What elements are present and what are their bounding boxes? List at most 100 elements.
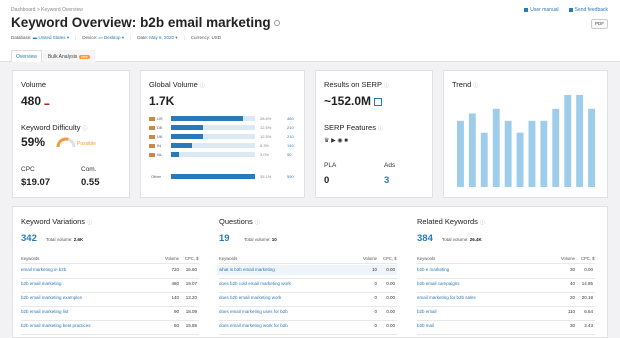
row-divider [417, 320, 595, 321]
trend-bar[interactable] [528, 120, 536, 187]
info-icon[interactable]: ⓘ [255, 220, 260, 226]
row-divider [219, 292, 397, 293]
pla-value: 0 [324, 175, 330, 186]
keyword-link[interactable]: b2b email marketing [21, 281, 62, 286]
column-header-volume[interactable]: Volume [561, 256, 575, 261]
keyword-cpc: 0.00 [386, 267, 395, 272]
keyword-cpc: 0.00 [386, 295, 395, 300]
column-header-keywords[interactable]: Keywords [21, 256, 39, 261]
keyword-link[interactable]: does b2b email marketing work [219, 295, 281, 300]
trend-bar[interactable] [480, 132, 488, 187]
row-divider [219, 306, 397, 307]
database-select[interactable]: ▬ United States ▾ [33, 35, 69, 40]
image-icon: ■ [344, 138, 348, 144]
related-keywords-count[interactable]: 384 [417, 233, 433, 244]
country-code: UK [157, 134, 163, 139]
country-volume[interactable]: 140 [287, 143, 294, 148]
info-icon: ⓘ [199, 83, 205, 89]
column-header-keywords[interactable]: Keywords [417, 256, 435, 261]
info-icon: ⓘ [383, 83, 389, 89]
trend-bar[interactable] [564, 95, 572, 187]
tab-overview[interactable]: Overview [11, 50, 42, 62]
keyword-cpc: 16.60 [185, 267, 197, 272]
global-volume-panel: Global Volume ⓘ 1.7K US 28.6% 480 DE 12.5% 210… [140, 70, 305, 198]
keyword-volume: 10 [371, 267, 377, 272]
column-header-volume[interactable]: Volume [363, 256, 377, 261]
user-manual-link[interactable]: User manual [524, 7, 559, 13]
table-divider [219, 263, 397, 264]
keyword-link[interactable]: does email marketing work for b2b [219, 323, 288, 328]
serp-features-title: SERP Features ⓘ [324, 123, 383, 132]
column-header-cpc[interactable]: CPC, $ [185, 256, 199, 261]
trend-bar[interactable] [468, 113, 476, 187]
trend-bar[interactable] [588, 108, 595, 187]
trend-bar[interactable] [516, 132, 524, 187]
country-volume[interactable]: 480 [287, 116, 294, 121]
country-bar-fill [171, 116, 243, 121]
trend-bar[interactable] [552, 108, 560, 187]
keyword-variations-count[interactable]: 342 [21, 233, 37, 244]
questions-title: Questions ⓘ [219, 217, 260, 226]
keyword-link[interactable]: b2b email campaigns [417, 281, 460, 286]
keyword-link[interactable]: b2b e marketing [417, 267, 449, 272]
country-flag-icon [149, 144, 155, 148]
kd-value: 59% [21, 135, 46, 149]
breadcrumb-dashboard[interactable]: Dashboard [11, 7, 35, 13]
info-icon[interactable] [273, 20, 280, 27]
kd-label: Possible [77, 141, 96, 147]
cpc-value: $19.07 [21, 177, 51, 188]
column-header-volume[interactable]: Volume [165, 256, 179, 261]
trend-bar[interactable] [492, 108, 500, 187]
keyword-cpc: 0.00 [386, 309, 395, 314]
trend-bar[interactable] [576, 95, 584, 187]
questions-count[interactable]: 19 [219, 233, 230, 244]
pdf-button[interactable]: PDF [591, 19, 608, 29]
column-header-keywords[interactable]: Keywords [219, 256, 237, 261]
keyword-link[interactable]: what is b2b email marketing [219, 267, 275, 272]
keyword-link[interactable]: b2b email marketing list [21, 309, 68, 314]
info-icon[interactable]: ⓘ [87, 220, 92, 226]
keyword-cpc: 14.85 [581, 281, 593, 286]
target-icon: ◉ [337, 138, 343, 144]
keyword-link[interactable]: b2b email marketing examples [21, 295, 82, 300]
global-volume-value: 1.7K [149, 94, 175, 108]
keyword-link[interactable]: b2b email marketing best practices [21, 323, 91, 328]
trend-bar[interactable] [504, 120, 512, 187]
keyword-link[interactable]: email marketing for b2b sales [417, 295, 476, 300]
tab-bulk-analysis[interactable]: Bulk Analysis new [42, 50, 95, 62]
keyword-variations-title: Keyword Variations ⓘ [21, 217, 93, 226]
keyword-cpc: 3.43 [584, 323, 593, 328]
trend-bar[interactable] [457, 120, 464, 187]
send-feedback-link[interactable]: Send feedback [568, 7, 608, 13]
ads-value[interactable]: 3 [384, 175, 389, 186]
trend-bar[interactable] [540, 120, 548, 187]
info-icon[interactable]: ⓘ [480, 220, 485, 226]
keyword-link[interactable]: b2b mail [417, 323, 434, 328]
country-pct: 35.1% [260, 174, 272, 179]
keyword-link[interactable]: email marketing in b2b [21, 267, 66, 272]
country-volume[interactable]: 210 [287, 125, 294, 130]
related-keywords-title: Related Keywords ⓘ [417, 217, 485, 226]
keyword-link[interactable]: b2b email [417, 309, 437, 314]
country-volume[interactable]: 590 [287, 174, 294, 179]
country-volume[interactable]: 210 [287, 134, 294, 139]
info-icon: ⓘ [82, 126, 88, 132]
country-volume[interactable]: 50 [287, 152, 291, 157]
keyword-link[interactable]: does email marketing uses for b2b [219, 309, 288, 314]
country-bar-fill [171, 174, 255, 179]
device-select[interactable]: ▭ Desktop ▾ [99, 35, 125, 40]
country-flag-icon [149, 153, 155, 157]
row-divider [21, 306, 199, 307]
keyword-volume: 110 [567, 309, 575, 314]
column-header-cpc[interactable]: CPC, $ [581, 256, 595, 261]
breadcrumb: Dashboard > Keyword Overview [11, 7, 83, 13]
column-header-cpc[interactable]: CPC, $ [383, 256, 397, 261]
info-icon: ⓘ [377, 126, 383, 132]
date-select[interactable]: May 6, 2020 ▾ [149, 35, 177, 40]
serp-snapshot-icon[interactable] [374, 97, 383, 106]
country-pct: 28.6% [260, 116, 272, 121]
keyword-link[interactable]: does b2b cold email marketing work [219, 281, 291, 286]
row-divider [219, 278, 397, 279]
country-code: NL [157, 152, 163, 157]
country-pct: 3.0% [260, 152, 270, 157]
